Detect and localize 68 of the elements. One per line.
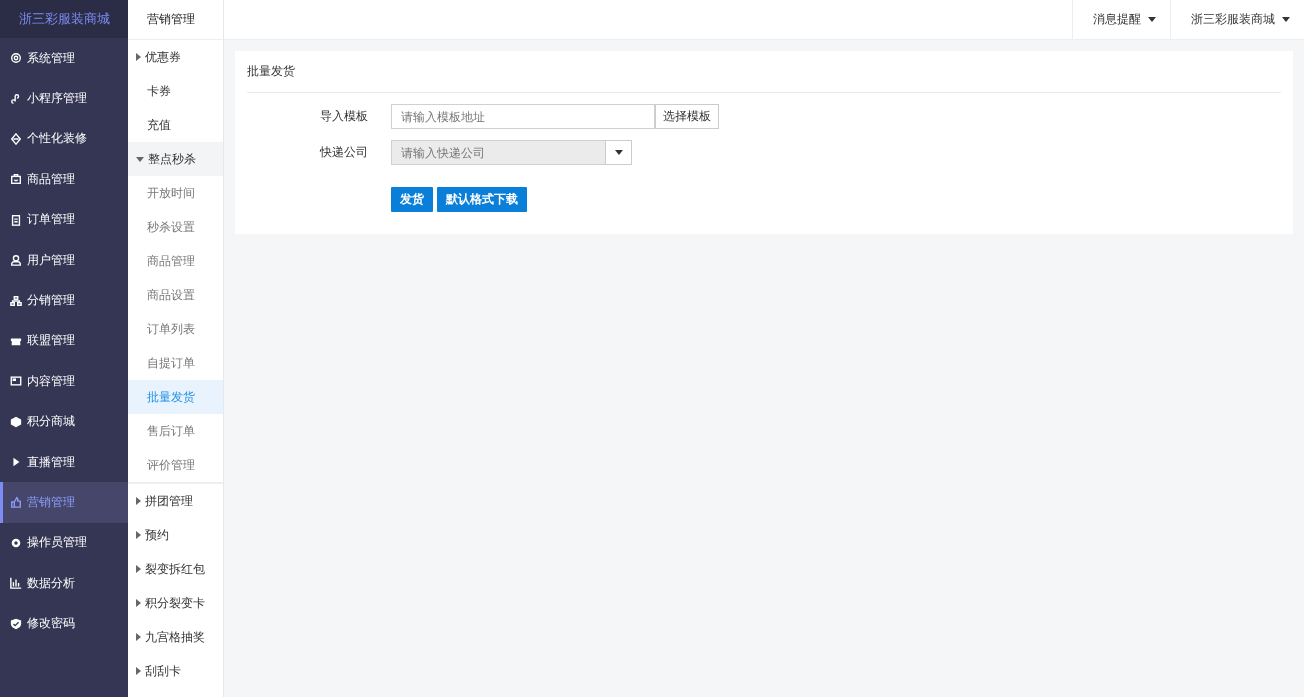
submenu-item[interactable]: 优惠券 xyxy=(128,40,223,74)
caret-down-icon xyxy=(136,156,144,162)
caret-right-icon xyxy=(136,531,141,539)
input-field[interactable]: 请输入模板地址 xyxy=(391,104,655,129)
dropdown-menu[interactable]: 浙三彩服装商城 xyxy=(1170,0,1304,39)
sidebar-item[interactable]: 联盟管理 xyxy=(0,320,128,362)
caret-right-icon xyxy=(136,599,141,607)
submenu-item[interactable]: 售后订单 xyxy=(128,414,223,448)
caret-right-icon xyxy=(136,633,141,641)
field-label: 导入模板 xyxy=(319,108,369,125)
dropdown-toggle[interactable] xyxy=(605,140,632,165)
diamond-icon xyxy=(10,132,22,145)
submenu-item[interactable]: 秒杀设置 xyxy=(128,210,223,244)
submenu-item[interactable]: 商品设置 xyxy=(128,278,223,312)
dropdown-menu[interactable]: 消息提醒 xyxy=(1072,0,1170,39)
submenu-item[interactable]: 预约 xyxy=(128,518,223,552)
sidebar-item[interactable]: 个性化装修 xyxy=(0,118,128,160)
hierarchy-icon xyxy=(10,294,22,307)
caret-right-icon xyxy=(136,667,141,675)
caret-down-icon xyxy=(1282,17,1290,22)
sidebar-item[interactable]: 数据分析 xyxy=(0,563,128,604)
sidebar-item[interactable]: 小程序管理 xyxy=(0,78,128,119)
sidebar-item[interactable]: 用户管理 xyxy=(0,239,128,281)
bar-chart-icon xyxy=(10,577,22,590)
sidebar-item[interactable]: 营销管理 xyxy=(0,482,128,523)
sidebar-item[interactable]: 订单管理 xyxy=(0,199,128,240)
sidebar-item[interactable]: 商品管理 xyxy=(0,159,128,200)
caret-right-icon xyxy=(136,53,141,61)
caret-down-icon xyxy=(1148,17,1156,22)
sidebar-item[interactable]: 内容管理 xyxy=(0,361,128,402)
clipboard-icon xyxy=(10,213,22,226)
field-label: 快递公司 xyxy=(319,144,369,161)
card-title: 批量发货 xyxy=(247,51,1281,93)
submenu-item[interactable]: 刮刮卡 xyxy=(128,654,223,688)
sidebar-item[interactable]: 积分商城 xyxy=(0,401,128,442)
submenu-item[interactable]: 拼团管理 xyxy=(128,484,223,518)
submenu-item[interactable]: 整点秒杀 xyxy=(128,142,223,176)
submenu-item[interactable]: 自提订单 xyxy=(128,346,223,380)
choose-template-button[interactable]: 选择模板 xyxy=(655,104,719,129)
submenu-item[interactable]: 订单列表 xyxy=(128,312,223,346)
sidebar-item[interactable]: 系统管理 xyxy=(0,38,128,79)
caret-down-icon xyxy=(614,150,623,155)
sidebar-item[interactable]: 直播管理 xyxy=(0,441,128,483)
cube-icon xyxy=(10,415,22,428)
settings-icon xyxy=(10,52,22,65)
submenu-title: 营销管理 xyxy=(128,0,223,40)
user-icon xyxy=(10,254,22,267)
sidebar-item[interactable]: 操作员管理 xyxy=(0,522,128,564)
link-icon xyxy=(10,92,22,105)
submenu-item[interactable]: 充值 xyxy=(128,108,223,142)
sidebar-item[interactable]: 分销管理 xyxy=(0,280,128,321)
submenu-item[interactable]: 卡券 xyxy=(128,74,223,108)
bag-icon xyxy=(10,173,22,186)
submenu-item[interactable]: 商品管理 xyxy=(128,244,223,278)
submenu-item[interactable]: 九宫格抽奖 xyxy=(128,620,223,654)
caret-right-icon xyxy=(136,497,141,505)
brand-title: 浙三彩服装商城 xyxy=(0,0,128,38)
submenu-item[interactable]: 开放时间 xyxy=(128,176,223,210)
shield-check-icon xyxy=(10,617,22,630)
action-button[interactable]: 默认格式下载 xyxy=(437,187,527,212)
sidebar-item[interactable]: 修改密码 xyxy=(0,603,128,644)
caret-right-icon xyxy=(136,565,141,573)
layout-icon xyxy=(10,375,22,388)
play-icon xyxy=(10,456,22,469)
submenu-item[interactable]: 积分裂变卡 xyxy=(128,586,223,620)
submenu-item[interactable]: 裂变拆红包 xyxy=(128,552,223,586)
submenu-item[interactable]: 评价管理 xyxy=(128,448,223,482)
action-button[interactable]: 发货 xyxy=(391,187,433,212)
